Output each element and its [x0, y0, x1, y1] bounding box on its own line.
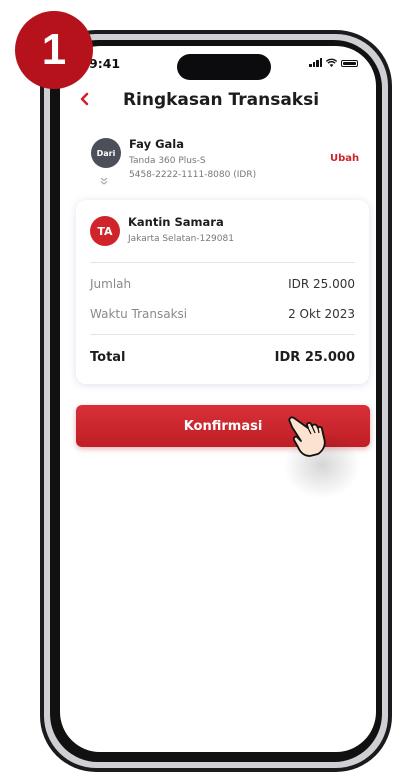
pointing-hand-icon: [288, 416, 326, 457]
battery-icon: [341, 60, 358, 67]
amount-value: IDR 25.000: [288, 277, 355, 291]
recipient-name: Kantin Samara: [128, 215, 224, 229]
status-icons: [309, 58, 358, 67]
phone-screen: 9:41 Ringkasan Transaksi Dari Fay Gala T…: [60, 46, 376, 752]
total-value: IDR 25.000: [274, 350, 355, 365]
step-badge: 1: [15, 11, 93, 89]
divider: [90, 262, 355, 263]
divider: [90, 334, 355, 335]
from-account: 5458-2222-1111-8080 (IDR): [129, 170, 257, 180]
amount-label: Jumlah: [90, 277, 132, 291]
from-product: Tanda 360 Plus-S: [129, 156, 206, 166]
recipient-location: Jakarta Selatan-129081: [128, 234, 234, 244]
page-title: Ringkasan Transaksi: [122, 90, 320, 110]
from-avatar: Dari: [91, 138, 121, 168]
dynamic-island: [177, 54, 271, 80]
time-label: Waktu Transaksi: [90, 307, 188, 321]
time-value: 2 Okt 2023: [288, 307, 355, 321]
change-source-link[interactable]: Ubah: [330, 153, 359, 164]
wifi-icon: [326, 58, 337, 67]
from-name: Fay Gala: [129, 137, 184, 151]
total-label: Total: [90, 350, 126, 365]
signal-icon: [309, 58, 322, 67]
status-time: 9:41: [89, 56, 121, 71]
to-avatar: TA: [90, 216, 120, 246]
double-chevron-down-icon: [100, 177, 108, 185]
transaction-card: TA Kantin Samara Jakarta Selatan-129081 …: [76, 200, 369, 384]
